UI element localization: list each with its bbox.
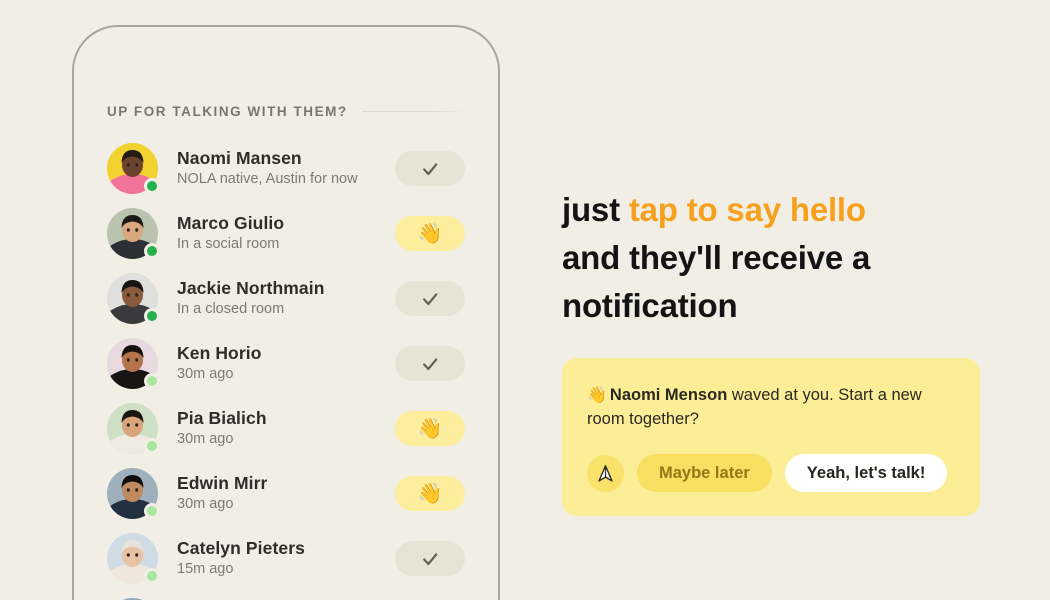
person-name: Catelyn Pieters xyxy=(177,537,305,558)
person-status: In a social room xyxy=(177,236,280,253)
avatar xyxy=(107,468,160,519)
headline-part1: just xyxy=(562,191,629,228)
wave-button[interactable]: 👋 xyxy=(395,216,465,251)
check-icon xyxy=(423,162,438,175)
list-header: UP FOR TALKING WITH THEM? xyxy=(107,104,465,119)
person-info: Edwin Mirr 30m ago xyxy=(177,473,395,514)
person-status: NOLA native, Austin for now xyxy=(177,171,358,188)
wave-button[interactable]: 👋 xyxy=(395,411,465,446)
presence-dot xyxy=(144,243,160,259)
wave-emoji-icon: 👋 xyxy=(587,387,607,404)
person-row[interactable]: Ken Horio 30m ago xyxy=(107,331,465,396)
person-name: Jackie Northmain xyxy=(177,277,325,298)
person-status: In a closed room xyxy=(177,301,285,318)
wave-emoji-icon: 👋 xyxy=(417,482,443,505)
already-waved-button[interactable] xyxy=(395,281,465,316)
person-info: Ken Horio 30m ago xyxy=(177,343,395,384)
person-name: Ken Horio xyxy=(177,342,262,363)
person-info: Naomi Mansen NOLA native, Austin for now xyxy=(177,148,395,189)
avatar xyxy=(107,403,160,454)
wave-emoji-icon: 👋 xyxy=(417,222,443,245)
headline-part2: and they'll receive a notification xyxy=(562,239,871,325)
presence-dot xyxy=(144,568,160,584)
avatar xyxy=(107,208,160,259)
person-info: Pia Bialich 30m ago xyxy=(177,408,395,449)
avatar xyxy=(107,273,160,324)
phone-mockup: UP FOR TALKING WITH THEM? Naomi Mansen N… xyxy=(72,25,500,600)
person-row[interactable]: Jackie Northmain In a closed room xyxy=(107,266,465,331)
person-status: 15m ago xyxy=(177,561,234,578)
person-row[interactable]: Edwin Mirr 30m ago 👋 xyxy=(107,461,465,526)
wave-emoji-icon: 👋 xyxy=(417,417,443,440)
person-name: Naomi Mansen xyxy=(177,147,302,168)
check-icon xyxy=(423,552,438,565)
list-header-label: UP FOR TALKING WITH THEM? xyxy=(107,104,348,119)
check-icon xyxy=(423,292,438,305)
header-divider xyxy=(361,111,465,112)
screen: UP FOR TALKING WITH THEM? Naomi Mansen N… xyxy=(0,0,1050,600)
notification-sender: Naomi Menson xyxy=(609,386,728,404)
person-name: Pia Bialich xyxy=(177,407,267,428)
person-info: Jackie Northmain In a closed room xyxy=(177,278,395,319)
avatar xyxy=(107,338,160,389)
person-row[interactable]: Naomi Mansen NOLA native, Austin for now xyxy=(107,136,465,201)
person-name: Marco Giulio xyxy=(177,212,285,233)
avatar xyxy=(107,143,160,194)
already-waved-button[interactable] xyxy=(395,541,465,576)
phone-screen: UP FOR TALKING WITH THEM? Naomi Mansen N… xyxy=(74,27,498,600)
person-status: 30m ago xyxy=(177,366,234,383)
presence-dot xyxy=(144,438,160,454)
already-waved-button[interactable] xyxy=(395,346,465,381)
person-row[interactable]: Marlee Groves 10m ago 👋 xyxy=(107,591,465,600)
presence-dot xyxy=(144,178,160,194)
marketing-column: just tap to say hello and they'll receiv… xyxy=(562,0,992,600)
presence-dot xyxy=(144,503,160,519)
paper-plane-icon[interactable] xyxy=(587,454,624,492)
headline-accent: tap to say hello xyxy=(628,191,866,228)
person-name: Edwin Mirr xyxy=(177,472,268,493)
check-icon xyxy=(423,357,438,370)
notification-message: 👋 Naomi Menson waved at you. Start a new … xyxy=(587,384,955,431)
person-info: Marco Giulio In a social room xyxy=(177,213,395,254)
presence-dot xyxy=(144,308,160,324)
yeah-lets-talk-button[interactable]: Yeah, let's talk! xyxy=(784,454,948,493)
avatar xyxy=(107,533,160,584)
people-list: Naomi Mansen NOLA native, Austin for now… xyxy=(107,136,465,600)
notification-card: 👋 Naomi Menson waved at you. Start a new … xyxy=(562,358,980,517)
notification-actions: Maybe later Yeah, let's talk! xyxy=(587,454,955,493)
maybe-later-button[interactable]: Maybe later xyxy=(637,454,772,493)
person-row[interactable]: Marco Giulio In a social room 👋 xyxy=(107,201,465,266)
presence-dot xyxy=(144,373,160,389)
person-row[interactable]: Pia Bialich 30m ago 👋 xyxy=(107,396,465,461)
person-row[interactable]: Catelyn Pieters 15m ago xyxy=(107,526,465,591)
headline: just tap to say hello and they'll receiv… xyxy=(562,186,982,331)
already-waved-button[interactable] xyxy=(395,151,465,186)
wave-button[interactable]: 👋 xyxy=(395,476,465,511)
person-status: 30m ago xyxy=(177,431,234,448)
person-status: 30m ago xyxy=(177,496,234,513)
person-info: Catelyn Pieters 15m ago xyxy=(177,538,395,579)
